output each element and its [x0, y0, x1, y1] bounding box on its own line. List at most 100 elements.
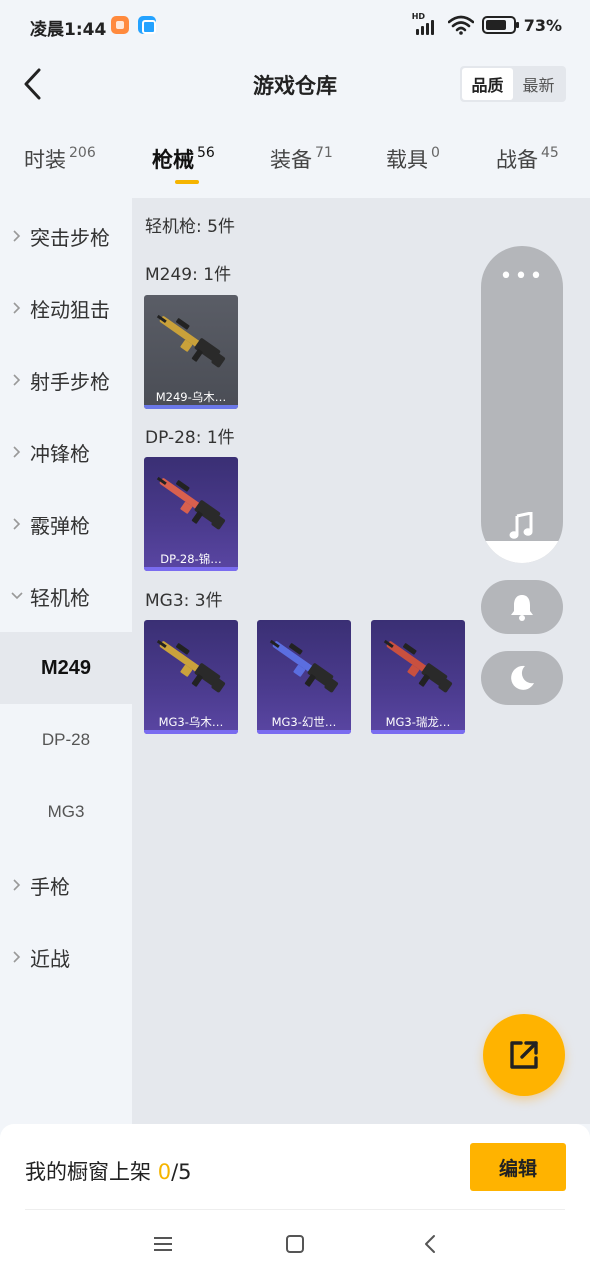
tab-label: 枪械	[152, 148, 194, 172]
system-back-button[interactable]	[418, 1232, 442, 1256]
weapon-card[interactable]: DP-28-锦…	[144, 457, 238, 571]
tab-equipment[interactable]: 装备 71	[270, 144, 333, 174]
back-arrow-icon	[24, 68, 41, 100]
active-tab-indicator	[175, 180, 199, 184]
weapon-image	[156, 476, 226, 530]
status-bar: 凌晨1:44 HD 73%	[0, 0, 590, 52]
sidebar-item-label: 栓动狙击	[30, 297, 110, 322]
tab-count: 71	[315, 145, 333, 161]
dark-mode-button[interactable]	[481, 651, 563, 705]
weapon-card-caption: MG3-幻世…	[271, 715, 337, 729]
tab-count: 45	[541, 145, 559, 161]
weapon-card[interactable]: MG3-幻世…	[257, 620, 351, 734]
battery-icon	[481, 16, 519, 34]
weapon-image	[156, 314, 226, 368]
edit-button[interactable]: 编辑	[470, 1143, 566, 1191]
group-title-mg3: MG3: 3件	[145, 591, 223, 611]
rarity-stripe	[144, 405, 238, 409]
tab-label: 时装	[24, 148, 66, 172]
back-chevron-icon	[425, 1235, 435, 1253]
rarity-stripe	[371, 730, 465, 734]
group-title-dp28: DP-28: 1件	[145, 428, 235, 448]
tab-vehicles[interactable]: 载具 0	[386, 144, 440, 174]
sidebar-item-label: 冲锋枪	[30, 441, 90, 466]
weapon-image	[156, 639, 226, 693]
chevron-right-icon	[10, 517, 24, 531]
chevron-right-icon	[10, 229, 24, 243]
chevron-right-icon	[10, 301, 24, 315]
sidebar-item-label: 突击步枪	[30, 225, 110, 250]
recent-apps-button[interactable]	[151, 1232, 175, 1256]
moon-icon	[511, 665, 534, 690]
bell-icon	[511, 595, 533, 621]
rarity-stripe	[144, 730, 238, 734]
chevron-down-icon	[10, 589, 24, 603]
showcase-count-current: 0	[157, 1160, 172, 1184]
weapon-card[interactable]: MG3-瑞龙…	[371, 620, 465, 734]
weapon-card[interactable]: M249-乌木…	[144, 295, 238, 409]
weapon-card-caption: MG3-乌木…	[158, 715, 224, 729]
notification-app-icon	[111, 16, 129, 34]
sidebar-item-lmg[interactable]: 轻机枪	[0, 560, 132, 632]
tab-count: 206	[69, 145, 96, 161]
panel-bottom-edge	[481, 541, 563, 563]
home-button[interactable]	[283, 1232, 307, 1256]
sidebar-item-assault-rifle[interactable]: 突击步枪	[0, 200, 132, 272]
showcase-count-total: /5	[171, 1160, 192, 1184]
chevron-right-icon	[10, 950, 24, 964]
sidebar-item-smg[interactable]: 冲锋枪	[0, 416, 132, 488]
sidebar-subitem-dp28[interactable]: DP-28	[0, 704, 132, 776]
share-external-icon	[510, 1041, 538, 1069]
share-button[interactable]	[483, 1014, 565, 1096]
group-title-m249: M249: 1件	[145, 265, 232, 285]
home-square-icon	[286, 1235, 304, 1253]
tab-tactical[interactable]: 战备 45	[496, 144, 559, 174]
more-dots-icon[interactable]: •••	[481, 264, 563, 289]
cellular-signal-icon: HD	[412, 12, 440, 35]
weapon-category-sidebar: 突击步枪 栓动狙击 射手步枪 冲锋枪 霰弹枪 轻机枪 M249 DP-28 MG…	[0, 198, 132, 1124]
floating-control-panel[interactable]: •••	[481, 246, 563, 563]
tab-firearms[interactable]: 枪械 56	[152, 144, 215, 174]
battery-percent: 73%	[523, 15, 562, 35]
wifi-icon	[447, 15, 474, 35]
chevron-right-icon	[10, 878, 24, 892]
tab-label: 装备	[270, 148, 312, 172]
chevron-right-icon	[10, 373, 24, 387]
tab-fashion[interactable]: 时装 206	[24, 144, 96, 174]
category-tabs: 时装 206 枪械 56 装备 71 载具 0 战备 45	[0, 130, 590, 190]
sidebar-item-label: 霰弹枪	[30, 513, 90, 538]
sidebar-item-melee[interactable]: 近战	[0, 921, 132, 993]
rarity-stripe	[257, 730, 351, 734]
sidebar-item-label: 轻机枪	[30, 585, 90, 610]
sort-option-latest[interactable]: 最新	[513, 68, 564, 100]
weapon-card-caption: MG3-瑞龙…	[385, 715, 451, 729]
weapon-card-caption: M249-乌木…	[155, 390, 227, 404]
menu-lines-icon	[154, 1237, 172, 1251]
sidebar-item-label: 近战	[30, 946, 70, 971]
music-note-icon[interactable]	[509, 512, 535, 540]
weapon-card[interactable]: MG3-乌木…	[144, 620, 238, 734]
sort-toggle: 品质 最新	[460, 66, 566, 102]
sidebar-item-label: 射手步枪	[30, 369, 110, 394]
sidebar-item-bolt-sniper[interactable]: 栓动狙击	[0, 272, 132, 344]
chevron-right-icon	[10, 445, 24, 459]
sidebar-item-marksman-rifle[interactable]: 射手步枪	[0, 344, 132, 416]
bell-button[interactable]	[481, 580, 563, 634]
sidebar-item-shotgun[interactable]: 霰弹枪	[0, 488, 132, 560]
showcase-status: 我的橱窗上架 0/5	[25, 1156, 192, 1186]
status-time: 凌晨1:44	[30, 20, 107, 40]
divider	[25, 1209, 565, 1210]
sidebar-subitem-m249[interactable]: M249	[0, 632, 132, 704]
category-summary: 轻机枪: 5件	[145, 217, 235, 237]
sidebar-subitem-mg3[interactable]: MG3	[0, 776, 132, 848]
sort-option-quality[interactable]: 品质	[462, 68, 513, 100]
status-indicators: HD 73%	[412, 12, 562, 36]
sidebar-item-pistol[interactable]: 手枪	[0, 849, 132, 921]
tab-label: 战备	[496, 148, 538, 172]
weapon-image	[383, 639, 453, 693]
notification-app-icon-2	[138, 16, 156, 34]
tab-label: 载具	[386, 148, 428, 172]
sidebar-item-label: 手枪	[30, 874, 70, 899]
back-button[interactable]	[14, 64, 50, 104]
tab-count: 56	[197, 145, 215, 161]
